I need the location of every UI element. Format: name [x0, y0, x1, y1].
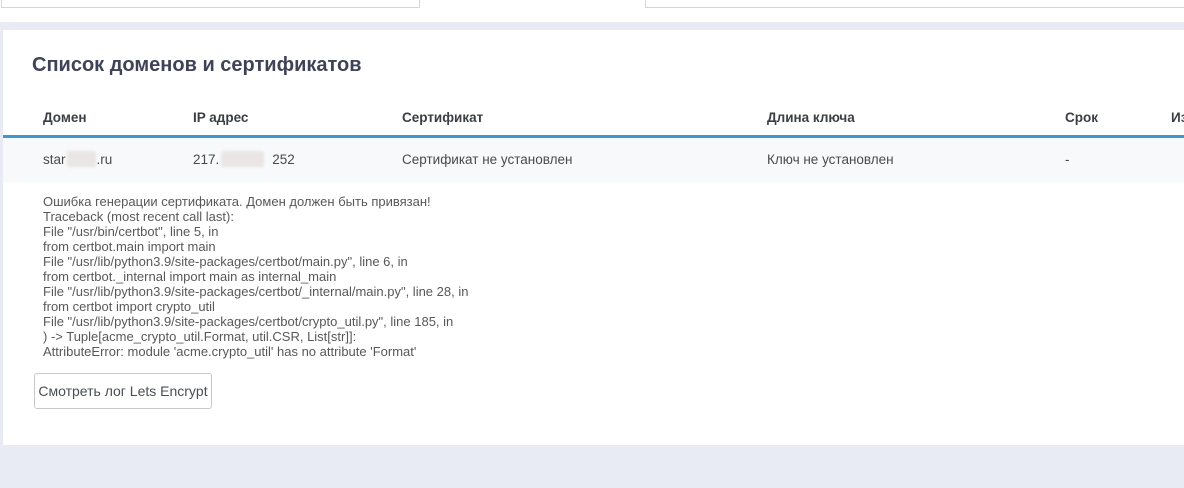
cell-domain: star .ru	[43, 138, 112, 182]
ip-suffix: 252	[272, 152, 295, 167]
cell-term: -	[1065, 138, 1070, 182]
tab-bar	[0, 0, 1184, 22]
cell-ip: 217. 252	[193, 138, 295, 182]
cell-key-length: Ключ не установлен	[767, 138, 894, 182]
column-header-issuer: Изд	[1171, 110, 1184, 125]
certbot-error-traceback: Ошибка генерации сертификата. Домен долж…	[43, 194, 468, 359]
traceback-line: Ошибка генерации сертификата. Домен долж…	[43, 194, 468, 209]
traceback-line: Traceback (most recent call last):	[43, 209, 468, 224]
page-title: Список доменов и сертификатов	[32, 52, 362, 78]
tab-left[interactable]	[1, 0, 420, 8]
column-header-domain: Домен	[43, 110, 87, 125]
view-letsencrypt-log-button[interactable]: Смотреть лог Lets Encrypt	[34, 373, 212, 409]
traceback-line: AttributeError: module 'acme.crypto_util…	[43, 344, 468, 359]
page: Список доменов и сертификатов Домен IP а…	[0, 0, 1184, 488]
traceback-line: from certbot._internal import main as in…	[43, 269, 468, 284]
traceback-line: File "/usr/bin/certbot", line 5, in	[43, 224, 468, 239]
domain-prefix: star	[43, 152, 66, 167]
traceback-line: File "/usr/lib/python3.9/site-packages/c…	[43, 284, 468, 299]
traceback-line: from certbot.main import main	[43, 239, 468, 254]
tab-right[interactable]	[645, 0, 1184, 8]
ip-prefix: 217.	[193, 152, 219, 167]
traceback-line: File "/usr/lib/python3.9/site-packages/c…	[43, 314, 468, 329]
domains-certificates-card: Список доменов и сертификатов Домен IP а…	[3, 30, 1184, 445]
column-header-key-length: Длина ключа	[767, 110, 855, 125]
redacted-ip-part	[221, 151, 264, 167]
traceback-line: File "/usr/lib/python3.9/site-packages/c…	[43, 254, 468, 269]
cell-certificate: Сертификат не установлен	[402, 138, 572, 182]
traceback-line: ) -> Tuple[acme_crypto_util.Format, util…	[43, 329, 468, 344]
table-row[interactable]: star .ru 217. 252 Сертификат не установлен…	[3, 138, 1184, 182]
domain-suffix: .ru	[97, 152, 113, 167]
column-header-term: Срок	[1065, 110, 1098, 125]
tab-active[interactable]	[421, 0, 645, 22]
column-header-certificate: Сертификат	[402, 110, 483, 125]
traceback-line: from certbot import crypto_util	[43, 299, 468, 314]
redacted-domain-part	[67, 151, 96, 167]
column-header-ip: IP адрес	[193, 110, 248, 125]
